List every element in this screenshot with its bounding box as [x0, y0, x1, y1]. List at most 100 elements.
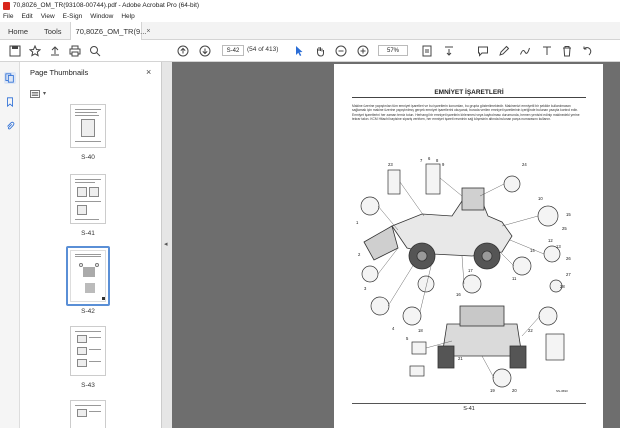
page-footer-number: S-41 [463, 406, 475, 412]
callout-25: 25 [562, 226, 567, 231]
bookmarks-icon[interactable] [4, 96, 16, 108]
callout-26: 26 [566, 256, 571, 261]
thumbnail-label: S-42 [81, 308, 95, 315]
print-icon[interactable] [68, 44, 82, 58]
title-bar: 70,80Z6_OM_TR(93108-00744).pdf - Adobe A… [0, 0, 620, 11]
hand-tool-icon[interactable] [313, 44, 327, 58]
callout-13: 13 [556, 244, 561, 249]
delete-icon[interactable] [560, 44, 574, 58]
bookmark-star-icon[interactable] [28, 44, 42, 58]
figure-code: SS-3693 [556, 389, 568, 393]
menu-view[interactable]: View [41, 13, 55, 20]
window-title: 70,80Z6_OM_TR(93108-00744).pdf - Adobe A… [13, 2, 200, 9]
safety-decals-diagram: 23 1 7 6 8 9 24 2 3 4 10 12 13 14 15 16 … [356, 156, 571, 393]
thumbnail-page[interactable] [70, 104, 106, 148]
callout-7: 7 [420, 158, 423, 163]
panel-title: Page Thumbnails [30, 68, 89, 77]
thumbnail-label: S-41 [81, 230, 95, 237]
callout-11: 11 [512, 276, 517, 281]
next-page-icon[interactable] [198, 44, 212, 58]
callout-27: 27 [566, 272, 571, 277]
callout-20: 20 [512, 388, 517, 393]
callout-21: 21 [458, 356, 463, 361]
page-thumbnails-panel: Page Thumbnails × ▾ S-40 S-41 S-42 S-43 [20, 62, 180, 428]
tab-close-icon[interactable]: × [146, 28, 150, 35]
menu-esign[interactable]: E-Sign [63, 13, 83, 20]
callout-3: 3 [364, 286, 367, 291]
wheel-loader-illustration [363, 187, 513, 270]
thumbnail-label: S-40 [81, 154, 95, 161]
tab-bar: Home Tools 70,80Z6_OM_TR(9... × [0, 22, 620, 40]
acrobat-icon [3, 1, 10, 10]
upload-icon[interactable] [48, 44, 62, 58]
callout-23: 23 [388, 162, 393, 167]
find-icon[interactable] [88, 44, 102, 58]
chevron-down-icon: ▾ [43, 91, 47, 97]
callout-19: 19 [490, 388, 495, 393]
zoom-out-icon[interactable] [334, 44, 348, 58]
callout-6: 6 [428, 156, 431, 161]
thumbnail-page[interactable] [70, 174, 106, 224]
callout-9: 9 [442, 162, 445, 167]
callout-17: 17 [468, 268, 473, 273]
draw-icon[interactable] [518, 44, 532, 58]
zoom-in-icon[interactable] [356, 44, 370, 58]
text-annotation-icon[interactable] [540, 44, 554, 58]
page-heading: EMNİYET İŞARETLERİ [352, 89, 586, 98]
thumbnail-page[interactable] [70, 400, 106, 428]
menu-help[interactable]: Help [121, 13, 134, 20]
save-icon[interactable] [8, 44, 22, 58]
page-heading-text: EMNİYET İŞARETLERİ [434, 89, 504, 96]
thumbnail-page[interactable] [70, 326, 106, 376]
panel-close-icon[interactable]: × [146, 67, 151, 77]
page-body-text: Makine üzerine yapıştırılan tüm emniyet … [352, 104, 580, 122]
scroll-mode-icon[interactable] [442, 44, 456, 58]
callout-5: 5 [406, 336, 409, 341]
callout-8: 8 [436, 158, 439, 163]
thumbnail-options-button[interactable]: ▾ [30, 88, 50, 99]
callout-18: 18 [418, 328, 423, 333]
highlight-pen-icon[interactable] [497, 44, 511, 58]
thumbnail-label: S-43 [81, 382, 95, 389]
tab-home[interactable]: Home [0, 22, 36, 40]
select-cursor-icon[interactable] [292, 44, 306, 58]
menu-window[interactable]: Window [90, 13, 113, 20]
callout-14: 14 [530, 248, 535, 253]
comment-icon[interactable] [476, 44, 490, 58]
page-count-label: (54 of 413) [247, 46, 279, 53]
collapse-arrow-icon: ◂ [164, 241, 168, 248]
zoom-level-select[interactable]: 57% [378, 45, 408, 56]
callout-4: 4 [392, 326, 395, 331]
page-footer-rule [352, 403, 586, 404]
callout-16: 16 [456, 292, 461, 297]
panel-collapse-handle[interactable]: ◂ [162, 62, 172, 428]
page-number-input[interactable]: S-42 [222, 45, 244, 56]
callout-24: 24 [522, 162, 527, 167]
document-viewer[interactable]: EMNİYET İŞARETLERİ Makine üzerine yapışt… [172, 62, 620, 428]
callout-15: 15 [566, 212, 571, 217]
toolbar [0, 40, 620, 62]
previous-page-icon[interactable] [176, 44, 190, 58]
tab-document[interactable]: 70,80Z6_OM_TR(9... × [69, 22, 151, 40]
pdf-page: EMNİYET İŞARETLERİ Makine üzerine yapışt… [334, 64, 603, 428]
list-options-icon [30, 89, 40, 98]
callout-1: 1 [356, 220, 359, 225]
left-navigation-rail [0, 62, 20, 428]
callout-2: 2 [358, 252, 361, 257]
menu-bar: File Edit View E-Sign Window Help [0, 11, 620, 22]
undo-icon[interactable] [580, 44, 594, 58]
attachments-icon[interactable] [4, 120, 16, 132]
tab-tools[interactable]: Tools [36, 22, 70, 40]
fit-page-icon[interactable] [420, 44, 434, 58]
callout-12: 12 [548, 238, 553, 243]
callout-10: 10 [538, 196, 543, 201]
tab-document-label: 70,80Z6_OM_TR(9... [75, 26, 147, 36]
thumbnail-page[interactable] [70, 250, 106, 302]
rear-view-illustration [437, 305, 527, 369]
menu-edit[interactable]: Edit [21, 13, 32, 20]
page-thumbnails-icon[interactable] [4, 72, 16, 84]
callout-22: 22 [528, 328, 533, 333]
menu-file[interactable]: File [3, 13, 13, 20]
callout-28: 28 [560, 284, 565, 289]
thumbnail-list: S-40 S-41 S-42 S-43 [20, 104, 162, 428]
